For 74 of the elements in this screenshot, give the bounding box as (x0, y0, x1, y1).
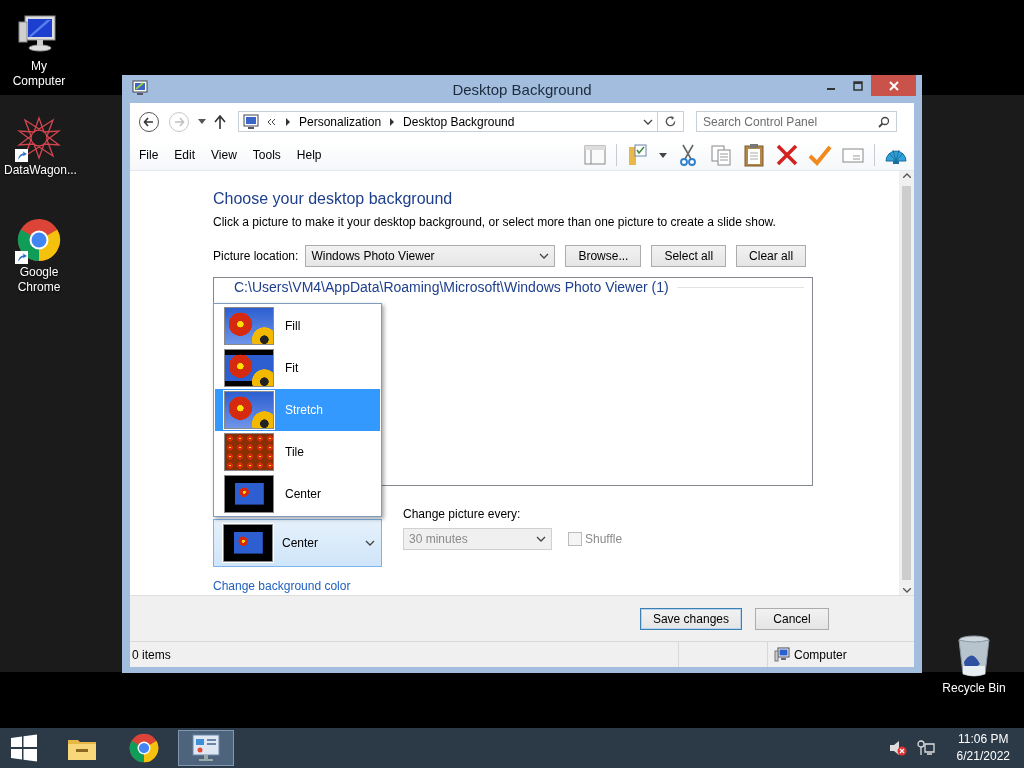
chevron-icon[interactable] (285, 117, 291, 126)
caret-icon[interactable] (198, 119, 206, 124)
menu-item[interactable]: Tools (244, 148, 289, 162)
push-button[interactable]: Clear all (736, 245, 807, 267)
computer-icon (774, 646, 790, 663)
network-icon[interactable] (916, 740, 935, 756)
maximize-icon (852, 80, 863, 91)
starburst-icon[interactable] (17, 116, 61, 160)
push-button[interactable]: Select all (651, 245, 727, 267)
breadcrumb-item[interactable]: Personalization (299, 114, 382, 129)
desktop-icon-label: My Computer (11, 59, 67, 89)
menu-item[interactable]: Help (288, 148, 330, 162)
desktop-icon-label: DataWagon... (4, 163, 74, 178)
menu-item[interactable]: View (203, 148, 245, 162)
wallpaper-thumbnail (224, 433, 274, 471)
chevron-icon (365, 540, 375, 546)
refresh-icon (664, 115, 677, 128)
close-button[interactable] (871, 75, 916, 96)
menu-item[interactable]: Edit (166, 148, 204, 162)
checkmark-icon[interactable] (808, 143, 832, 167)
instruction-text: Click a picture to make it your desktop background, or select more than one picture to create a slide show. (213, 214, 776, 230)
browser-icon[interactable] (17, 218, 61, 262)
back-button[interactable] (138, 110, 160, 133)
up-arrow-icon[interactable] (214, 114, 226, 129)
position-dropdown[interactable]: Center (213, 519, 382, 567)
caret-icon (902, 173, 911, 178)
color-link[interactable]: Change background color (213, 579, 351, 593)
page-heading: Choose your desktop background (213, 189, 453, 209)
menu-item[interactable]: Tile (215, 431, 380, 473)
address-bar[interactable]: Personalization Desktop Background (238, 111, 658, 132)
dialog-button[interactable]: Cancel (755, 607, 829, 630)
chevron-icon[interactable] (389, 117, 396, 126)
close-icon (888, 80, 899, 91)
search-icon (878, 115, 890, 128)
monitor-icon (243, 113, 259, 130)
refresh-button[interactable] (658, 111, 684, 132)
breadcrumb-item[interactable]: Desktop Background (403, 114, 515, 129)
checkbox-label: Shuffle (585, 532, 623, 546)
clipboard-icon[interactable] (742, 143, 766, 167)
scrollbar[interactable] (899, 171, 914, 595)
caret-icon (902, 588, 911, 593)
muted-speaker-icon[interactable] (888, 740, 907, 756)
chevron-icon (536, 536, 546, 542)
delete-icon[interactable] (775, 143, 799, 167)
chevron-icon (539, 253, 550, 259)
menu-item[interactable]: Center (215, 473, 380, 515)
menu-item[interactable]: File (131, 148, 167, 162)
window-title: Desktop Background (452, 80, 592, 98)
wallpaper-thumbnail (224, 391, 274, 429)
control-panel-icon[interactable] (178, 730, 234, 766)
clock-date[interactable]: 6/21/2022 (956, 748, 1010, 765)
push-button[interactable]: Browse... (565, 245, 642, 267)
double-chevron-icon[interactable] (267, 117, 277, 126)
status-text: 0 items (131, 647, 172, 662)
monitor-icon (132, 80, 148, 96)
wallpaper-thumbnail (224, 307, 274, 345)
folder-path[interactable]: C:\Users\VM4\AppData\Roaming\Microsoft\Windows Photo Viewer (1) (234, 279, 669, 295)
wallpaper-thumbnail (224, 475, 274, 513)
chevron-icon (643, 118, 653, 125)
location-dropdown[interactable]: Windows Photo Viewer (305, 245, 556, 267)
status-text: Computer (794, 647, 847, 662)
windows-logo-icon[interactable] (10, 734, 38, 762)
caret-icon[interactable] (659, 152, 667, 158)
minimize-icon (826, 87, 835, 90)
clock-time[interactable]: 11:06 PM (956, 731, 1010, 748)
desktop-icon-label: Recycle Bin (941, 681, 1007, 696)
desktop-icon-label: Google Chrome (16, 265, 62, 295)
menu-item[interactable]: Fit (215, 347, 380, 389)
dialog-button[interactable]: Save changes (639, 607, 742, 630)
search-field[interactable]: Search Control Panel (696, 111, 897, 132)
menu-item[interactable]: Fill (215, 305, 380, 347)
wallpaper-thumbnail (224, 349, 274, 387)
field-label: Change picture every: (403, 506, 522, 522)
field-label: Picture location: (213, 249, 299, 263)
